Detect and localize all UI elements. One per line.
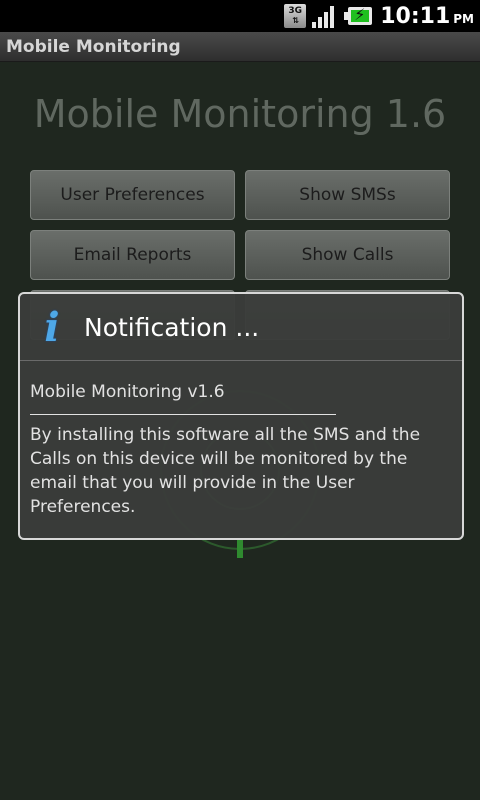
dialog-divider: [30, 414, 336, 415]
status-time: 10:11: [380, 3, 451, 29]
dialog-header: i Notification ...: [20, 294, 462, 361]
dialog-version-line: Mobile Monitoring v1.6: [30, 382, 225, 402]
radar-stem: [237, 540, 243, 558]
battery-charging-icon: ⚡: [344, 6, 373, 25]
network-3g-icon: 3G ⇅: [284, 4, 307, 28]
dialog-message: By installing this software all the SMS …: [30, 425, 421, 517]
app-title-bar: Mobile Monitoring: [0, 32, 480, 62]
signal-strength-icon: [312, 4, 338, 28]
user-preferences-button[interactable]: User Preferences: [30, 170, 235, 220]
network-label: 3G: [288, 6, 303, 16]
email-reports-button[interactable]: Email Reports: [30, 230, 235, 280]
status-ampm: PM: [453, 12, 474, 26]
page-title: Mobile Monitoring 1.6: [33, 92, 447, 136]
app-title: Mobile Monitoring: [6, 36, 181, 57]
show-smss-button[interactable]: Show SMSs: [245, 170, 450, 220]
status-bar: 3G ⇅ ⚡ 10:11 PM: [0, 0, 480, 32]
screen: 3G ⇅ ⚡ 10:11 PM Mobile Monitoring Mobile…: [0, 0, 480, 800]
notification-dialog[interactable]: i Notification ... Mobile Monitoring v1.…: [18, 292, 464, 540]
info-icon: i: [44, 303, 60, 351]
dialog-title: Notification ...: [84, 312, 260, 342]
show-calls-button[interactable]: Show Calls: [245, 230, 450, 280]
dialog-body: Mobile Monitoring v1.6 By installing thi…: [30, 380, 450, 519]
